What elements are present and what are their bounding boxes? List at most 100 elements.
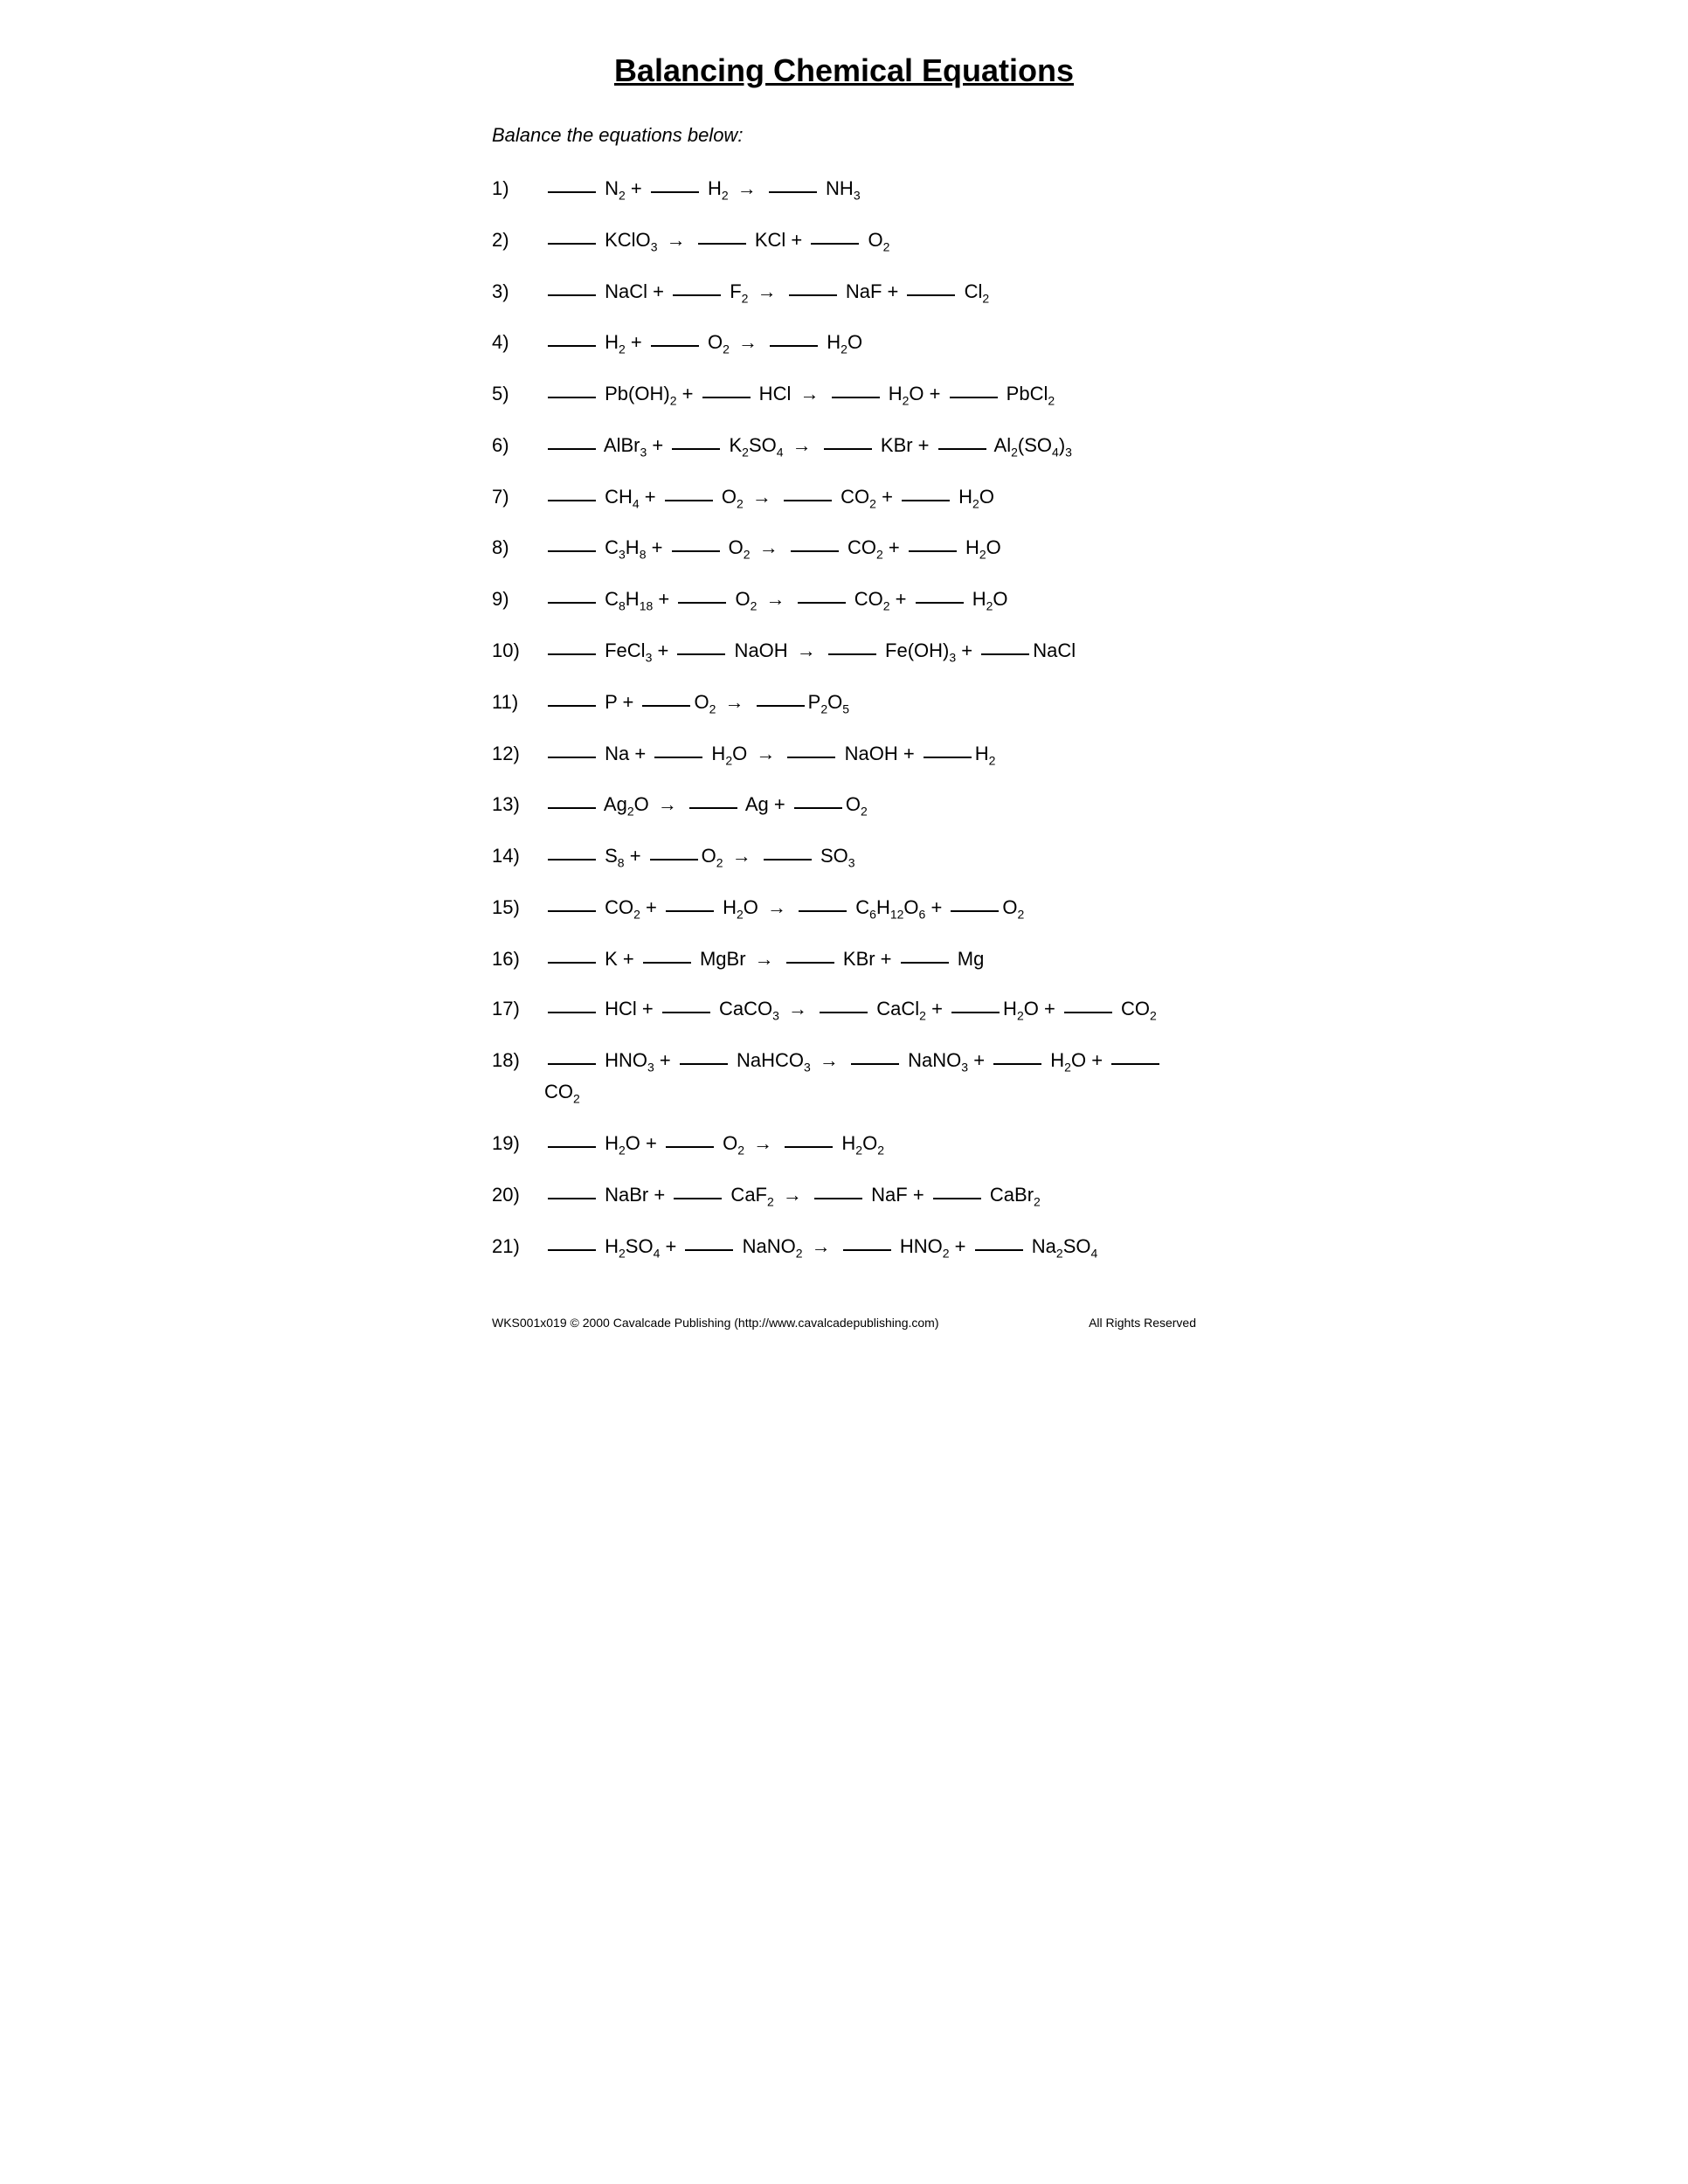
answer-blank: [548, 1010, 596, 1013]
equation-content: H2SO4 + NaNO2 → HNO2 + Na2SO4: [544, 1231, 1196, 1263]
answer-blank: [791, 549, 839, 552]
answer-blank: [798, 600, 846, 604]
equation-item: 6) AlBr3 + K2SO4 → KBr + Al2(SO4)3: [492, 430, 1196, 462]
answer-blank: [689, 805, 737, 809]
footer-left: WKS001x019 © 2000 Cavalcade Publishing (…: [492, 1316, 939, 1330]
equation-number: 18): [492, 1045, 544, 1075]
equations-list: 1) N2 + H2 → NH3 2) KClO3 → KCl + O2 3) …: [492, 173, 1196, 1263]
equation-content: CH4 + O2 → CO2 + H2O: [544, 481, 1196, 514]
answer-blank: [548, 857, 596, 860]
answer-blank: [548, 1144, 596, 1148]
equation-number: 4): [492, 327, 544, 357]
equation-number: 10): [492, 635, 544, 666]
arrow-symbol: →: [752, 486, 771, 508]
equation-item: 17) HCl + CaCO3 → CaCl2 + H2O + CO2: [492, 993, 1196, 1026]
answer-blank: [769, 190, 817, 193]
equation-item: 18) HNO3 + NaHCO3 → NaNO3 + H2O + CO2: [492, 1045, 1196, 1109]
equation-content: S8 + O2 → SO3: [544, 840, 1196, 873]
equation-content: NaBr + CaF2 → NaF + CaBr2: [544, 1179, 1196, 1212]
answer-blank: [832, 395, 880, 398]
page-title: Balancing Chemical Equations: [492, 52, 1196, 89]
equation-content: K + MgBr → KBr + Mg: [544, 943, 1196, 974]
answer-blank: [666, 909, 714, 912]
answer-blank: [650, 857, 698, 860]
equation-item: 5) Pb(OH)2 + HCl → H2O + PbCl2: [492, 378, 1196, 411]
answer-blank: [820, 1010, 868, 1013]
answer-blank: [933, 1196, 981, 1199]
equation-item: 14) S8 + O2 → SO3: [492, 840, 1196, 873]
answer-blank: [662, 1010, 710, 1013]
answer-blank: [843, 1248, 891, 1251]
arrow-symbol: →: [732, 845, 751, 867]
equation-content: H2O + O2 → H2O2: [544, 1128, 1196, 1160]
answer-blank: [548, 755, 596, 758]
answer-blank: [678, 600, 726, 604]
arrow-symbol: →: [753, 1132, 772, 1154]
answer-blank: [909, 549, 957, 552]
equation-content: CO2 + H2O → C6H12O6 + O2: [544, 892, 1196, 924]
answer-blank: [654, 755, 702, 758]
equation-item: 16) K + MgBr → KBr + Mg: [492, 943, 1196, 974]
equation-number: 12): [492, 738, 544, 769]
answer-blank: [907, 293, 955, 296]
subtitle: Balance the equations below:: [492, 124, 1196, 147]
arrow-symbol: →: [820, 1049, 839, 1071]
answer-blank: [814, 1196, 862, 1199]
answer-blank: [672, 549, 720, 552]
answer-blank: [799, 909, 847, 912]
arrow-symbol: →: [755, 948, 774, 970]
answer-blank: [794, 805, 842, 809]
answer-blank: [651, 343, 699, 347]
answer-blank: [548, 600, 596, 604]
equation-item: 10) FeCl3 + NaOH → Fe(OH)3 + NaCl: [492, 635, 1196, 667]
arrow-symbol: →: [667, 229, 686, 251]
answer-blank: [673, 293, 721, 296]
answer-blank: [548, 446, 596, 450]
answer-blank: [981, 652, 1029, 655]
equation-content: Na + H2O → NaOH + H2: [544, 738, 1196, 771]
equation-content: FeCl3 + NaOH → Fe(OH)3 + NaCl: [544, 635, 1196, 667]
equation-number: 6): [492, 430, 544, 460]
equation-number: 15): [492, 892, 544, 923]
answer-blank: [1064, 1010, 1112, 1013]
equation-item: 7) CH4 + O2 → CO2 + H2O: [492, 481, 1196, 514]
equation-item: 2) KClO3 → KCl + O2: [492, 225, 1196, 257]
arrow-symbol: →: [738, 331, 758, 353]
answer-blank: [951, 1010, 1000, 1013]
answer-blank: [924, 755, 972, 758]
equation-item: 15) CO2 + H2O → C6H12O6 + O2: [492, 892, 1196, 924]
answer-blank: [548, 703, 596, 707]
equation-content: N2 + H2 → NH3: [544, 173, 1196, 205]
equation-content: C8H18 + O2 → CO2 + H2O: [544, 584, 1196, 616]
answer-blank: [698, 241, 746, 245]
answer-blank: [677, 652, 725, 655]
answer-blank: [674, 1196, 722, 1199]
answer-blank: [680, 1061, 728, 1065]
answer-blank: [901, 960, 949, 964]
arrow-symbol: →: [799, 383, 819, 404]
answer-blank: [548, 498, 596, 501]
answer-blank: [975, 1248, 1023, 1251]
answer-blank: [938, 446, 986, 450]
answer-blank: [785, 1144, 833, 1148]
arrow-symbol: →: [792, 434, 812, 456]
answer-blank: [786, 960, 834, 964]
answer-blank: [642, 703, 690, 707]
answer-blank: [824, 446, 872, 450]
answer-blank: [548, 1196, 596, 1199]
equation-content: Ag2O → Ag + O2: [544, 789, 1196, 821]
equation-number: 21): [492, 1231, 544, 1261]
equation-item: 21) H2SO4 + NaNO2 → HNO2 + Na2SO4: [492, 1231, 1196, 1263]
answer-blank: [548, 1061, 596, 1065]
answer-blank: [548, 805, 596, 809]
answer-blank: [548, 1248, 596, 1251]
equation-content: NaCl + F2 → NaF + Cl2: [544, 276, 1196, 308]
equation-content: HCl + CaCO3 → CaCl2 + H2O + CO2: [544, 993, 1196, 1026]
answer-blank: [702, 395, 751, 398]
equation-number: 7): [492, 481, 544, 512]
answer-blank: [951, 909, 999, 912]
arrow-symbol: →: [812, 1235, 831, 1257]
equation-content: Pb(OH)2 + HCl → H2O + PbCl2: [544, 378, 1196, 411]
answer-blank: [784, 498, 832, 501]
answer-blank: [828, 652, 876, 655]
